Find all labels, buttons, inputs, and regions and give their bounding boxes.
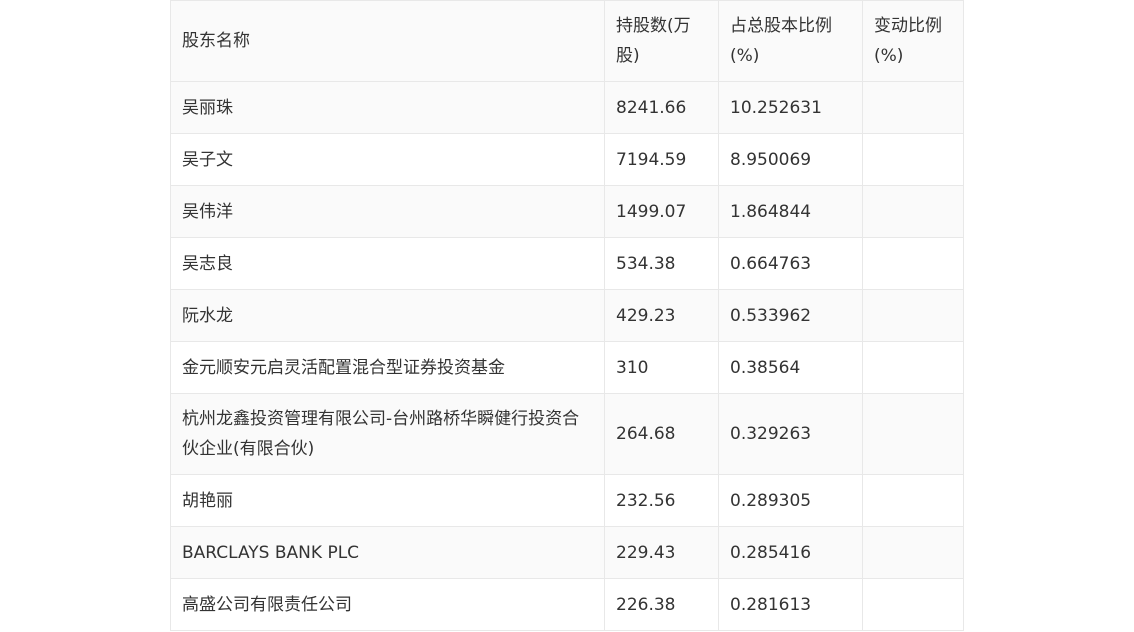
cell-shares: 264.68 [604, 393, 719, 475]
cell-name: 吴伟洋 [170, 185, 605, 238]
cell-change [862, 341, 964, 394]
cell-change [862, 289, 964, 342]
table-row: 高盛公司有限责任公司 226.38 0.281613 [170, 578, 964, 631]
table-row: 杭州龙鑫投资管理有限公司-台州路桥华瞬健行投资合伙企业(有限合伙) 264.68… [170, 393, 964, 475]
cell-ratio: 0.664763 [718, 237, 863, 290]
cell-ratio: 0.281613 [718, 578, 863, 631]
header-share-ratio: 占总股本比例(%) [718, 0, 863, 82]
cell-ratio: 0.329263 [718, 393, 863, 475]
table-header-row: 股东名称 持股数(万股) 占总股本比例(%) 变动比例(%) [170, 0, 964, 82]
cell-ratio: 0.285416 [718, 526, 863, 579]
table-row: 吴子文 7194.59 8.950069 [170, 133, 964, 186]
cell-ratio: 8.950069 [718, 133, 863, 186]
shareholder-table: 股东名称 持股数(万股) 占总股本比例(%) 变动比例(%) 吴丽珠 8241.… [170, 0, 964, 631]
cell-change [862, 81, 964, 134]
cell-name: 高盛公司有限责任公司 [170, 578, 605, 631]
cell-shares: 310 [604, 341, 719, 394]
cell-shares: 232.56 [604, 474, 719, 527]
cell-shares: 1499.07 [604, 185, 719, 238]
header-shares-held: 持股数(万股) [604, 0, 719, 82]
table-row: 吴伟洋 1499.07 1.864844 [170, 185, 964, 238]
cell-name: 吴志良 [170, 237, 605, 290]
table-row: 金元顺安元启灵活配置混合型证券投资基金 310 0.38564 [170, 341, 964, 394]
shareholder-table-container: 股东名称 持股数(万股) 占总股本比例(%) 变动比例(%) 吴丽珠 8241.… [170, 0, 964, 631]
cell-shares: 229.43 [604, 526, 719, 579]
cell-ratio: 10.252631 [718, 81, 863, 134]
cell-ratio: 0.289305 [718, 474, 863, 527]
cell-change [862, 578, 964, 631]
cell-shares: 534.38 [604, 237, 719, 290]
table-row: 胡艳丽 232.56 0.289305 [170, 474, 964, 527]
header-shareholder-name: 股东名称 [170, 0, 605, 82]
header-change-ratio: 变动比例(%) [862, 0, 964, 82]
cell-ratio: 1.864844 [718, 185, 863, 238]
cell-shares: 8241.66 [604, 81, 719, 134]
cell-name: 杭州龙鑫投资管理有限公司-台州路桥华瞬健行投资合伙企业(有限合伙) [170, 393, 605, 475]
cell-name: 吴子文 [170, 133, 605, 186]
table-row: 阮水龙 429.23 0.533962 [170, 289, 964, 342]
cell-name: 吴丽珠 [170, 81, 605, 134]
cell-change [862, 474, 964, 527]
cell-shares: 7194.59 [604, 133, 719, 186]
cell-shares: 226.38 [604, 578, 719, 631]
cell-name: 胡艳丽 [170, 474, 605, 527]
cell-name: 金元顺安元启灵活配置混合型证券投资基金 [170, 341, 605, 394]
cell-name: 阮水龙 [170, 289, 605, 342]
cell-name: BARCLAYS BANK PLC [170, 526, 605, 579]
cell-change [862, 185, 964, 238]
table-row: 吴丽珠 8241.66 10.252631 [170, 81, 964, 134]
cell-ratio: 0.38564 [718, 341, 863, 394]
cell-change [862, 133, 964, 186]
cell-change [862, 393, 964, 475]
table-row: BARCLAYS BANK PLC 229.43 0.285416 [170, 526, 964, 579]
table-row: 吴志良 534.38 0.664763 [170, 237, 964, 290]
cell-shares: 429.23 [604, 289, 719, 342]
cell-change [862, 237, 964, 290]
cell-change [862, 526, 964, 579]
cell-ratio: 0.533962 [718, 289, 863, 342]
